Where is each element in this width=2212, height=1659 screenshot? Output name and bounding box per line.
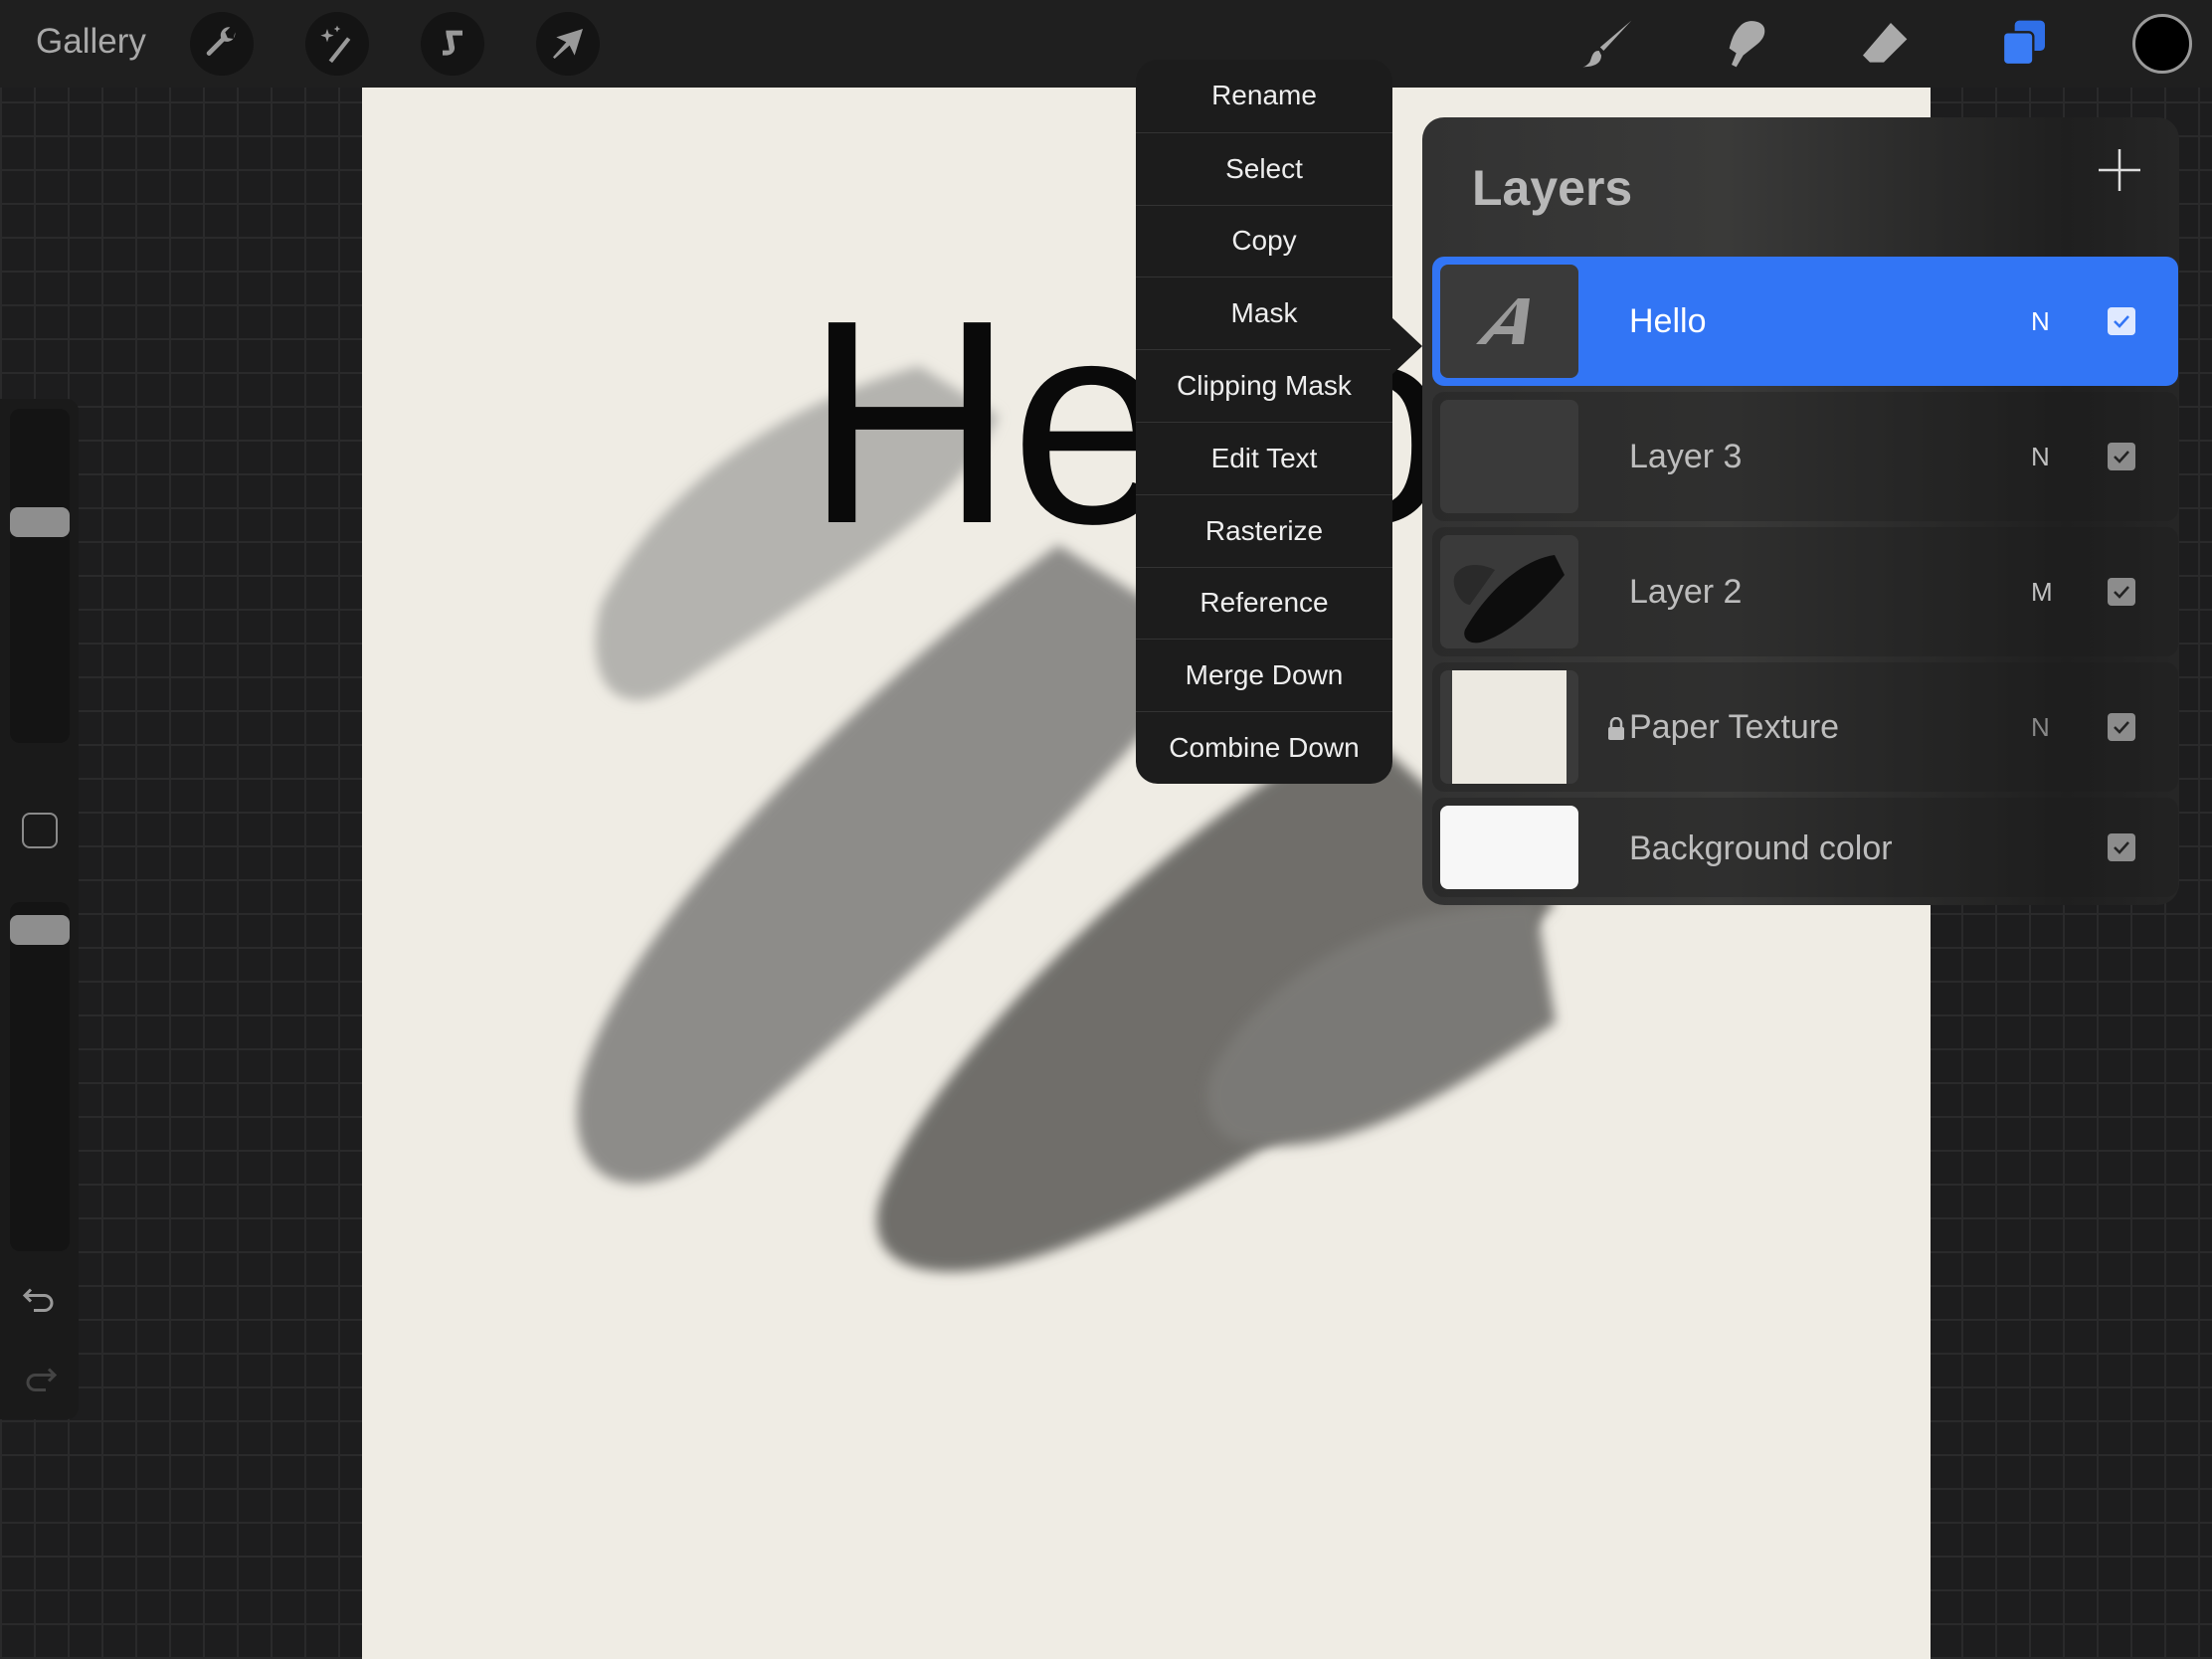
- opacity-thumb[interactable]: [10, 915, 70, 945]
- layer-thumbnail: [1440, 535, 1578, 648]
- magic-wand-icon[interactable]: [305, 12, 369, 76]
- layers-title: Layers: [1472, 160, 1633, 216]
- menu-item-clipping-mask[interactable]: Clipping Mask: [1136, 349, 1392, 422]
- menu-item-select[interactable]: Select: [1136, 131, 1392, 205]
- layer-row-layer-2[interactable]: Layer 2 M: [1432, 527, 2178, 656]
- layer-thumbnail: [1440, 265, 1578, 378]
- layers-panel: Layers Hello N Layer 3 N Layer 2 M Paper…: [1422, 117, 2179, 905]
- layer-context-menu: Rename Select Copy Mask Clipping Mask Ed…: [1136, 60, 1392, 784]
- layer-name: Layer 3: [1629, 438, 1743, 475]
- menu-item-mask[interactable]: Mask: [1136, 276, 1392, 349]
- menu-item-edit-text[interactable]: Edit Text: [1136, 421, 1392, 494]
- menu-item-reference[interactable]: Reference: [1136, 566, 1392, 640]
- opacity-slider[interactable]: [10, 902, 70, 1251]
- blend-mode-button[interactable]: N: [2031, 712, 2050, 743]
- lock-icon: [1608, 717, 1624, 740]
- color-swatch[interactable]: [2132, 14, 2192, 74]
- brush-size-slider[interactable]: [10, 409, 70, 743]
- layer-name: Hello: [1629, 302, 1707, 340]
- smudge-icon[interactable]: [1716, 14, 1775, 74]
- visibility-checkbox[interactable]: [2108, 578, 2135, 606]
- visibility-checkbox[interactable]: [2108, 443, 2135, 470]
- layer-thumbnail: [1440, 670, 1578, 784]
- move-arrow-icon[interactable]: [536, 12, 600, 76]
- redo-icon[interactable]: [22, 1364, 58, 1395]
- menu-item-copy[interactable]: Copy: [1136, 204, 1392, 277]
- menu-item-rename[interactable]: Rename: [1136, 60, 1392, 132]
- layer-name: Layer 2: [1629, 573, 1743, 611]
- menu-item-combine-down[interactable]: Combine Down: [1136, 711, 1392, 784]
- left-sidebar: [0, 399, 79, 1419]
- layer-row-background-color[interactable]: Background color: [1432, 798, 2178, 897]
- visibility-checkbox[interactable]: [2108, 713, 2135, 741]
- layers-icon[interactable]: [1994, 14, 2054, 74]
- visibility-checkbox[interactable]: [2108, 307, 2135, 335]
- selection-s-icon[interactable]: [421, 12, 484, 76]
- layer-thumbnail: [1440, 806, 1578, 889]
- layer-row-layer-3[interactable]: Layer 3 N: [1432, 392, 2178, 521]
- add-layer-icon[interactable]: [2097, 147, 2142, 193]
- layer-name: Paper Texture: [1629, 708, 1840, 746]
- brush-size-thumb[interactable]: [10, 507, 70, 537]
- undo-icon[interactable]: [22, 1284, 58, 1316]
- brush-icon[interactable]: [1578, 14, 1638, 74]
- top-toolbar: Gallery: [0, 0, 2212, 88]
- eraser-icon[interactable]: [1854, 14, 1914, 74]
- menu-pointer: [1390, 316, 1422, 376]
- layer-name: Background color: [1629, 830, 1893, 867]
- modify-button[interactable]: [22, 813, 58, 848]
- wrench-icon[interactable]: [190, 12, 254, 76]
- blend-mode-button[interactable]: N: [2031, 306, 2050, 337]
- layer-thumbnail: [1440, 400, 1578, 513]
- menu-item-merge-down[interactable]: Merge Down: [1136, 639, 1392, 711]
- blend-mode-button[interactable]: N: [2031, 442, 2050, 472]
- menu-item-rasterize[interactable]: Rasterize: [1136, 493, 1392, 567]
- layer-row-hello[interactable]: Hello N: [1432, 257, 2178, 386]
- visibility-checkbox[interactable]: [2108, 833, 2135, 861]
- layer-row-paper-texture[interactable]: Paper Texture N: [1432, 662, 2178, 792]
- gallery-button[interactable]: Gallery: [36, 22, 146, 62]
- blend-mode-button[interactable]: M: [2031, 577, 2053, 608]
